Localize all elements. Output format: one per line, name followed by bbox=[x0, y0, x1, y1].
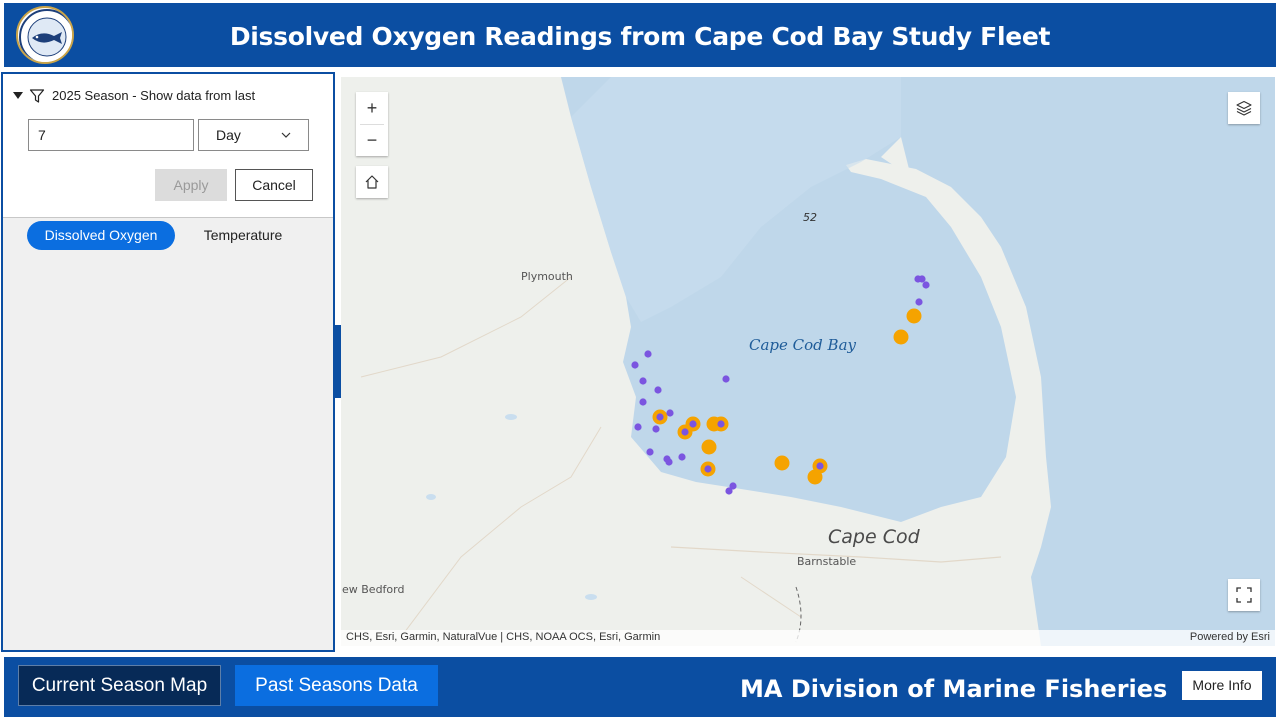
fullscreen-button[interactable] bbox=[1228, 579, 1260, 611]
unit-select[interactable]: Day bbox=[198, 119, 309, 151]
reading-point-purple[interactable] bbox=[654, 386, 662, 394]
reading-point-purple[interactable] bbox=[656, 413, 664, 421]
layers-icon bbox=[1236, 100, 1252, 116]
reading-point-purple[interactable] bbox=[644, 350, 652, 358]
reading-point-purple[interactable] bbox=[922, 281, 930, 289]
reading-point-purple[interactable] bbox=[681, 428, 689, 436]
page-title: Dissolved Oxygen Readings from Cape Cod … bbox=[229, 22, 1051, 51]
reading-point-orange[interactable] bbox=[701, 439, 717, 455]
unit-select-value: Day bbox=[216, 127, 241, 143]
reading-point-purple[interactable] bbox=[725, 487, 733, 495]
reading-point-purple[interactable] bbox=[631, 361, 639, 369]
orange-reading-points bbox=[652, 308, 922, 485]
tab-dissolved-oxygen[interactable]: Dissolved Oxygen bbox=[27, 221, 175, 250]
reading-point-purple[interactable] bbox=[652, 425, 660, 433]
filter-panel: 2025 Season - Show data from last Day Ap… bbox=[1, 72, 335, 652]
chevron-down-icon bbox=[281, 132, 291, 138]
reading-point-purple[interactable] bbox=[722, 375, 730, 383]
map-view[interactable]: Cape Cod Bay Cape Cod Plymouth Barnstabl… bbox=[341, 77, 1275, 646]
reading-point-purple[interactable] bbox=[666, 409, 674, 417]
reading-point-purple[interactable] bbox=[915, 298, 923, 306]
reading-point-orange[interactable] bbox=[893, 329, 909, 345]
cancel-button[interactable]: Cancel bbox=[235, 169, 313, 201]
reading-point-purple[interactable] bbox=[689, 420, 697, 428]
reading-point-purple[interactable] bbox=[639, 377, 647, 385]
collapse-caret-icon[interactable] bbox=[13, 92, 23, 99]
filter-label: 2025 Season - Show data from last bbox=[52, 88, 256, 103]
zoom-out-button[interactable]: − bbox=[356, 124, 388, 156]
zoom-controls: + − bbox=[356, 92, 388, 156]
reading-point-purple[interactable] bbox=[816, 462, 824, 470]
powered-by-esri[interactable]: Powered by Esri bbox=[1190, 631, 1270, 643]
reading-point-purple[interactable] bbox=[639, 398, 647, 406]
header-bar: Dissolved Oxygen Readings from Cape Cod … bbox=[4, 3, 1276, 67]
reading-point-purple[interactable] bbox=[717, 420, 725, 428]
reading-point-purple[interactable] bbox=[665, 458, 673, 466]
map-attribution: CHS, Esri, Garmin, NaturalVue | CHS, NOA… bbox=[346, 631, 661, 643]
filter-icon bbox=[29, 89, 45, 103]
zoom-in-button[interactable]: + bbox=[356, 92, 388, 124]
footer-bar: Current Season Map Past Seasons Data MA … bbox=[4, 657, 1276, 717]
past-seasons-data-button[interactable]: Past Seasons Data bbox=[235, 665, 438, 706]
home-button[interactable] bbox=[356, 166, 388, 198]
current-season-map-button[interactable]: Current Season Map bbox=[18, 665, 221, 706]
home-icon bbox=[365, 175, 379, 189]
more-info-button[interactable]: More Info bbox=[1182, 671, 1262, 700]
apply-button[interactable]: Apply bbox=[155, 169, 227, 201]
reading-point-orange[interactable] bbox=[774, 455, 790, 471]
reading-point-purple[interactable] bbox=[704, 465, 712, 473]
reading-point-orange[interactable] bbox=[906, 308, 922, 324]
date-filter: 2025 Season - Show data from last Day Ap… bbox=[3, 74, 333, 218]
reading-point-purple[interactable] bbox=[678, 453, 686, 461]
attribution-bar: CHS, Esri, Garmin, NaturalVue | CHS, NOA… bbox=[341, 630, 1275, 646]
reading-point-orange[interactable] bbox=[807, 469, 823, 485]
reading-point-purple[interactable] bbox=[918, 275, 926, 283]
agency-name: MA Division of Marine Fisheries bbox=[740, 675, 1168, 703]
days-input[interactable] bbox=[28, 119, 194, 151]
reading-point-purple[interactable] bbox=[634, 423, 642, 431]
layers-button[interactable] bbox=[1228, 92, 1260, 124]
reading-point-purple[interactable] bbox=[646, 448, 654, 456]
tab-temperature[interactable]: Temperature bbox=[183, 221, 303, 250]
reading-points-layer[interactable] bbox=[341, 77, 1275, 646]
fullscreen-icon bbox=[1236, 587, 1252, 603]
